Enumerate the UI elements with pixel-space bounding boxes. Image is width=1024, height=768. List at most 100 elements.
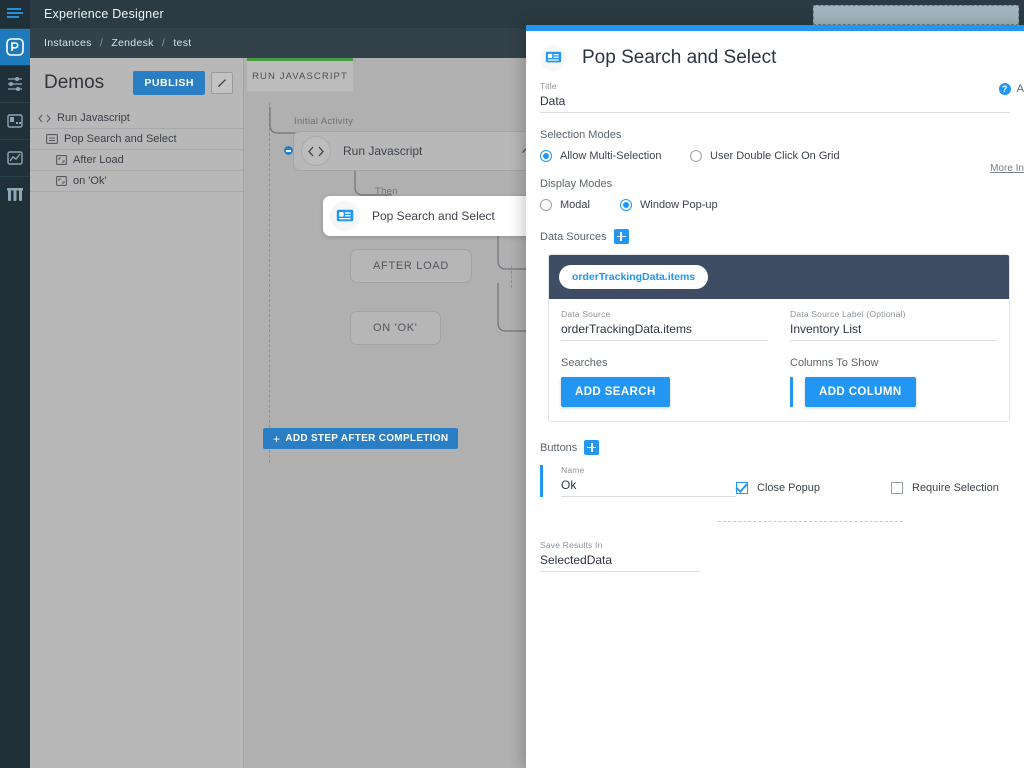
list-item[interactable]: Pop Search and Select — [30, 129, 243, 150]
data-sources-help: ? A — [999, 83, 1024, 95]
sidebar-item-phone[interactable] — [0, 102, 30, 139]
tab-label: RUN JAVASCRIPT — [252, 71, 348, 82]
app-title: Experience Designer — [44, 7, 164, 21]
breadcrumb: Instances / Zendesk / test — [44, 37, 191, 49]
code-icon — [38, 114, 51, 123]
list-item-label: Run Javascript — [57, 112, 130, 124]
searches-area: ADD SEARCH — [561, 377, 768, 407]
button-name-field[interactable]: Name Ok — [561, 465, 736, 497]
data-source-card: orderTrackingData.items Data Source orde… — [548, 254, 1010, 422]
data-source-label-field[interactable]: Data Source Label (Optional) Inventory L… — [790, 309, 997, 341]
columns-area: ADD COLUMN — [790, 377, 997, 407]
save-results-field[interactable]: Save Results In SelectedData — [540, 540, 700, 572]
flow-pill-after-load[interactable]: AFTER LOAD — [350, 249, 472, 283]
buttons-section-label: Buttons — [540, 442, 577, 454]
checkbox-require-selection[interactable]: Require Selection — [891, 479, 999, 497]
sidebar-item-components[interactable] — [0, 176, 30, 213]
code-icon — [301, 136, 331, 166]
radio-indicator — [540, 150, 552, 162]
pop-search-and-select-panel: Pop Search and Select More In Title Data… — [526, 25, 1024, 768]
data-source-chip[interactable]: orderTrackingData.items — [559, 265, 708, 289]
radio-modal[interactable]: Modal — [540, 199, 620, 211]
flow-branch-dash — [511, 266, 512, 288]
pop-window-icon — [540, 45, 566, 71]
data-sources-header: Data Sources ? A — [540, 229, 1010, 244]
buttons-section-header: Buttons — [540, 440, 1010, 455]
data-source-right-column: Data Source Label (Optional) Inventory L… — [768, 309, 997, 407]
add-column-button[interactable]: ADD COLUMN — [805, 377, 916, 407]
title-field[interactable]: Title Data — [540, 81, 1010, 113]
checkbox-close-popup[interactable]: Close Popup — [736, 479, 891, 497]
button-name-value[interactable]: Ok — [561, 475, 736, 497]
data-sources-label: Data Sources — [540, 231, 607, 243]
flow-pill-label: AFTER LOAD — [373, 260, 449, 272]
button-name-label: Name — [561, 465, 736, 475]
list-item[interactable]: After Load — [30, 150, 243, 171]
radio-window-popup[interactable]: Window Pop-up — [620, 199, 718, 211]
pencil-icon[interactable] — [211, 72, 233, 94]
save-results-value[interactable]: SelectedData — [540, 550, 700, 572]
hamburger-icon[interactable] — [0, 0, 30, 28]
more-info-link[interactable]: More In — [990, 163, 1024, 174]
title-field-value[interactable]: Data — [540, 91, 1010, 113]
breadcrumb-item-2[interactable]: Zendesk — [111, 37, 153, 49]
data-source-field[interactable]: Data Source orderTrackingData.items — [561, 309, 768, 341]
header-search-input[interactable] — [813, 5, 1019, 25]
data-source-field-value[interactable]: orderTrackingData.items — [561, 319, 768, 341]
radio-user-double-click-on-grid[interactable]: User Double Click On Grid — [690, 150, 840, 162]
breadcrumb-item-1[interactable]: Instances — [44, 37, 92, 49]
checkbox-label: Close Popup — [757, 482, 820, 494]
button-config-row: Name Ok Close Popup Require Selection — [540, 465, 1010, 497]
data-source-left-column: Data Source orderTrackingData.items Sear… — [561, 309, 768, 407]
modal-title: Pop Search and Select — [582, 47, 776, 69]
radio-allow-multi-selection[interactable]: Allow Multi-Selection — [540, 150, 690, 162]
display-modes-label: Display Modes — [540, 178, 1010, 190]
save-results-label: Save Results In — [540, 540, 700, 550]
list-item-label: Pop Search and Select — [64, 133, 177, 145]
list-item-label: After Load — [73, 154, 124, 166]
add-data-source-button[interactable] — [614, 229, 629, 244]
button-config-fields: Name Ok Close Popup Require Selection — [543, 465, 1010, 497]
help-icon[interactable]: ? — [999, 83, 1011, 95]
sidebar-item-chart[interactable] — [0, 139, 30, 176]
data-source-label-field-value[interactable]: Inventory List — [790, 319, 997, 341]
accent-bar — [790, 377, 793, 407]
checkbox-label: Require Selection — [912, 482, 999, 494]
modal-header: Pop Search and Select — [526, 31, 1024, 71]
initial-activity-label: Initial Activity — [294, 116, 353, 127]
add-search-button[interactable]: ADD SEARCH — [561, 377, 670, 407]
radio-label: Allow Multi-Selection — [560, 150, 661, 162]
radio-label: User Double Click On Grid — [710, 150, 840, 162]
add-button-button[interactable] — [584, 440, 599, 455]
checkbox-indicator — [736, 482, 748, 494]
columns-to-show-label: Columns To Show — [790, 357, 997, 369]
tab-run-javascript[interactable]: RUN JAVASCRIPT — [247, 58, 353, 91]
checkbox-indicator — [891, 482, 903, 494]
plus-icon: + — [273, 432, 280, 446]
breadcrumb-sep: / — [162, 37, 165, 49]
radio-indicator — [540, 199, 552, 211]
breadcrumb-item-3[interactable]: test — [173, 37, 191, 49]
add-step-after-completion-button[interactable]: + ADD STEP AFTER COMPLETION — [263, 428, 458, 449]
flow-pill-on-ok[interactable]: ON 'OK' — [350, 311, 441, 345]
list-item[interactable]: on 'Ok' — [30, 171, 243, 192]
event-icon — [56, 155, 67, 165]
pop-window-icon — [330, 201, 360, 231]
breadcrumb-sep: / — [100, 37, 103, 49]
list-item[interactable]: Run Javascript — [30, 108, 243, 129]
publish-button[interactable]: PUBLISH — [133, 71, 205, 95]
display-modes-group: Modal Window Pop-up — [540, 199, 1010, 211]
data-source-card-header: orderTrackingData.items — [549, 255, 1009, 299]
data-source-label-field-label: Data Source Label (Optional) — [790, 309, 997, 319]
window-icon — [46, 134, 58, 144]
sidebar-item-sliders[interactable] — [0, 65, 30, 102]
radio-indicator — [690, 150, 702, 162]
sidebar-item-pega-logo[interactable] — [0, 28, 30, 65]
selection-modes-group: Allow Multi-Selection User Double Click … — [540, 150, 1010, 162]
modal-body: More In Title Data Selection Modes Allow… — [526, 81, 1024, 572]
title-field-label: Title — [540, 81, 1010, 91]
event-icon — [56, 176, 67, 186]
radio-label: Modal — [560, 199, 590, 211]
icon-rail — [0, 0, 30, 768]
selection-modes-label: Selection Modes — [540, 129, 1010, 141]
